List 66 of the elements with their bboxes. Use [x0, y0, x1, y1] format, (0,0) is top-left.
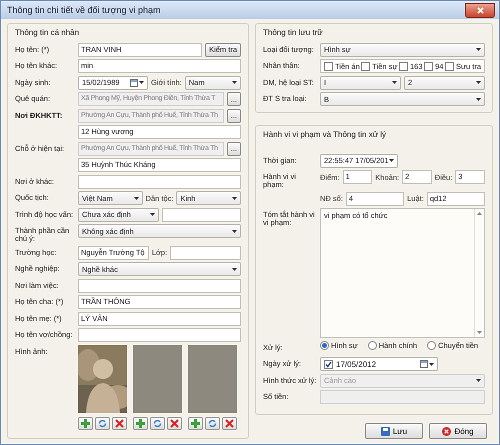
- checkbox[interactable]: [324, 360, 333, 368]
- date-picker[interactable]: 17/05/2012: [320, 357, 438, 371]
- save-button[interactable]: Lưu: [365, 423, 423, 439]
- delete-button[interactable]: [222, 416, 237, 430]
- input-field[interactable]: [78, 278, 241, 292]
- input-field[interactable]: [162, 208, 241, 222]
- caret-icon: [139, 81, 144, 84]
- add-button[interactable]: [133, 416, 148, 430]
- caret-icon: [476, 48, 481, 51]
- caret-icon: [392, 81, 397, 84]
- window-title: Thông tin chi tiết về đối tượng vi phạm: [7, 5, 161, 15]
- checkbox[interactable]: [424, 62, 434, 70]
- caret-icon: [476, 379, 481, 382]
- close-button[interactable]: [465, 2, 495, 18]
- input-field[interactable]: [170, 246, 242, 260]
- caret-icon: [232, 268, 237, 270]
- caret-icon: [232, 81, 237, 84]
- checkbox[interactable]: [444, 62, 454, 70]
- delete-icon: [170, 418, 179, 428]
- close-icon: [442, 426, 452, 436]
- close-button[interactable]: Đóng: [429, 423, 487, 439]
- section-title: Thông tin lưu trữ: [263, 28, 324, 37]
- caret-icon: [134, 196, 139, 200]
- refresh-button[interactable]: [205, 416, 220, 430]
- caret-icon: [476, 81, 481, 84]
- delete-button[interactable]: [112, 416, 127, 430]
- input-field[interactable]: [78, 174, 241, 188]
- photo-placeholder: [188, 344, 237, 412]
- save-icon: [380, 426, 390, 436]
- refresh-icon: [98, 418, 107, 428]
- radio-button[interactable]: [368, 340, 377, 350]
- section-title: Hành vi vi phạm và Thông tin xử lý: [263, 130, 388, 139]
- check-icon: [325, 360, 332, 368]
- checkbox[interactable]: [361, 62, 370, 70]
- scroll-up-icon[interactable]: [477, 212, 482, 215]
- delete-icon: [225, 418, 234, 428]
- calendar-icon: [130, 78, 138, 86]
- refresh-icon: [153, 418, 162, 428]
- refresh-icon: [208, 418, 217, 428]
- caret-icon: [429, 362, 434, 366]
- caret-icon: [232, 230, 237, 232]
- calendar-icon: [420, 360, 428, 368]
- refresh-button[interactable]: [95, 416, 110, 430]
- checkbox[interactable]: [399, 62, 408, 70]
- add-button[interactable]: [78, 416, 93, 430]
- caret-icon: [476, 98, 481, 100]
- input-field[interactable]: [78, 328, 241, 342]
- section-title: Thông tin cá nhân: [15, 28, 80, 37]
- close-icon: [476, 6, 484, 14]
- radio-button[interactable]: [320, 340, 329, 350]
- plus-icon: [136, 418, 145, 428]
- caret-icon: [232, 196, 237, 200]
- checkbox[interactable]: [324, 62, 333, 70]
- plus-icon: [191, 418, 200, 428]
- plus-icon: [81, 418, 90, 428]
- radio-button[interactable]: [427, 340, 436, 350]
- date-value: 17/05/2012: [336, 360, 376, 368]
- scroll-down-icon[interactable]: [477, 331, 482, 334]
- delete-icon: [115, 418, 124, 428]
- photo-placeholder: [133, 344, 182, 412]
- add-button[interactable]: [188, 416, 203, 430]
- refresh-button[interactable]: [150, 416, 165, 430]
- delete-button[interactable]: [167, 416, 182, 430]
- scrollbar[interactable]: [474, 209, 484, 337]
- caret-icon: [150, 213, 155, 216]
- caret-icon: [389, 159, 394, 162]
